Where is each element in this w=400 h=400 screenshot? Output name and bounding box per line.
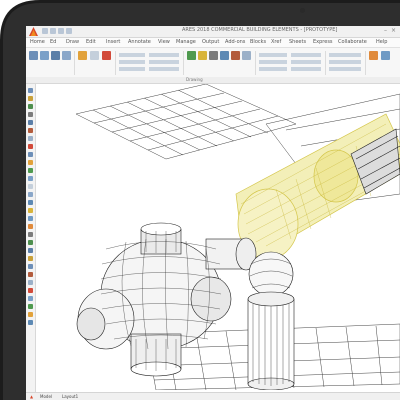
text-icon[interactable] bbox=[28, 176, 33, 181]
section-icon[interactable] bbox=[28, 248, 33, 253]
tab-collaborate[interactable]: Collaborate bbox=[338, 39, 367, 45]
sheet-icon[interactable] bbox=[28, 216, 33, 221]
tab-blocks[interactable]: Blocks bbox=[250, 39, 266, 45]
status-bar: ▲ Model Layout1 bbox=[26, 392, 400, 400]
loft-icon[interactable] bbox=[28, 304, 33, 309]
revolve-icon[interactable] bbox=[28, 288, 33, 293]
tab-manage[interactable]: Manage bbox=[176, 39, 196, 45]
circle-tool-icon[interactable] bbox=[51, 51, 60, 60]
xref-icon[interactable] bbox=[28, 208, 33, 213]
app-screen: ARES 2018 COMMERCIAL BUILDING ELEMENTS -… bbox=[26, 26, 400, 400]
quick-access-toolbar bbox=[42, 28, 72, 35]
left-toolbar bbox=[26, 84, 36, 394]
trim-tool-icon[interactable] bbox=[231, 51, 240, 60]
save-icon[interactable] bbox=[42, 28, 48, 34]
tab-view[interactable]: View bbox=[158, 39, 170, 45]
table-icon[interactable] bbox=[28, 192, 33, 197]
zoom-icon[interactable] bbox=[28, 96, 33, 101]
tab-draw[interactable]: Draw bbox=[66, 39, 79, 45]
close-icon[interactable]: × bbox=[391, 28, 396, 34]
tab-insert[interactable]: Insert bbox=[106, 39, 120, 45]
plot-icon[interactable] bbox=[28, 224, 33, 229]
text-tool-icon[interactable] bbox=[90, 51, 99, 60]
title-bar: ARES 2018 COMMERCIAL BUILDING ELEMENTS -… bbox=[26, 26, 400, 38]
hatch-icon[interactable] bbox=[28, 160, 33, 165]
tab-edit[interactable]: Edit bbox=[86, 39, 96, 45]
polyline-tool-icon[interactable] bbox=[40, 51, 49, 60]
tab-addons[interactable]: Add-ons bbox=[225, 39, 245, 45]
tab-layout1[interactable]: Layout1 bbox=[62, 394, 78, 399]
panel-label-text: Drawing bbox=[186, 77, 203, 82]
tab-ed[interactable]: Ed bbox=[50, 39, 56, 45]
rotate-tool-icon[interactable] bbox=[209, 51, 218, 60]
print-icon[interactable] bbox=[66, 28, 72, 34]
undo-icon[interactable] bbox=[50, 28, 56, 34]
status-logo-icon: ▲ bbox=[30, 394, 34, 399]
tab-sheets[interactable]: Sheets bbox=[289, 39, 306, 45]
tab-output[interactable]: Output bbox=[202, 39, 219, 45]
dimension-icon[interactable] bbox=[28, 184, 33, 189]
app-logo-icon bbox=[29, 27, 38, 36]
snap-icon[interactable] bbox=[28, 136, 33, 141]
image-icon[interactable] bbox=[28, 200, 33, 205]
arc-tool-icon[interactable] bbox=[62, 51, 71, 60]
layer-tool-icon[interactable] bbox=[369, 51, 378, 60]
drawing-viewport[interactable] bbox=[36, 84, 400, 390]
render-icon[interactable] bbox=[28, 240, 33, 245]
tab-annotate[interactable]: Annotate bbox=[128, 39, 151, 45]
line-tool-icon[interactable] bbox=[29, 51, 38, 60]
tab-help[interactable]: Help bbox=[376, 39, 387, 45]
extend-tool-icon[interactable] bbox=[242, 51, 251, 60]
sweep-icon[interactable] bbox=[28, 296, 33, 301]
webcam bbox=[300, 8, 305, 13]
tab-xref[interactable]: Xref bbox=[271, 39, 281, 45]
ribbon-tabs: Home Ed Draw Edit Insert Annotate View M… bbox=[26, 38, 400, 48]
window-title: ARES 2018 COMMERCIAL BUILDING ELEMENTS -… bbox=[182, 27, 338, 33]
ribbon-panel-label: Drawing bbox=[26, 77, 400, 84]
copy-tool-icon[interactable] bbox=[198, 51, 207, 60]
block-icon[interactable] bbox=[28, 168, 33, 173]
dimension-tool-icon[interactable] bbox=[102, 51, 111, 60]
minimize-icon[interactable]: – bbox=[384, 28, 387, 34]
camera-icon[interactable] bbox=[28, 272, 33, 277]
material-icon[interactable] bbox=[28, 264, 33, 269]
window-controls: – × bbox=[384, 28, 396, 34]
view-cube-icon[interactable] bbox=[28, 120, 33, 125]
measure-icon[interactable] bbox=[28, 128, 33, 133]
erase-icon[interactable] bbox=[28, 144, 33, 149]
light-icon[interactable] bbox=[28, 256, 33, 261]
scale-tool-icon[interactable] bbox=[220, 51, 229, 60]
tab-home[interactable]: Home bbox=[30, 39, 45, 45]
settings-icon[interactable] bbox=[28, 232, 33, 237]
redo-icon[interactable] bbox=[58, 28, 64, 34]
move-tool-icon[interactable] bbox=[187, 51, 196, 60]
hatch-tool-icon[interactable] bbox=[78, 51, 87, 60]
union-icon[interactable] bbox=[28, 312, 33, 317]
tab-express[interactable]: Express bbox=[313, 39, 333, 45]
tab-model[interactable]: Model bbox=[40, 394, 52, 399]
layer-icon[interactable] bbox=[28, 152, 33, 157]
properties-tool-icon[interactable] bbox=[381, 51, 390, 60]
pan-icon[interactable] bbox=[28, 104, 33, 109]
ribbon-panel bbox=[26, 48, 400, 78]
select-icon[interactable] bbox=[28, 88, 33, 93]
subtract-icon[interactable] bbox=[28, 320, 33, 325]
extrude-icon[interactable] bbox=[28, 280, 33, 285]
orbit-icon[interactable] bbox=[28, 112, 33, 117]
